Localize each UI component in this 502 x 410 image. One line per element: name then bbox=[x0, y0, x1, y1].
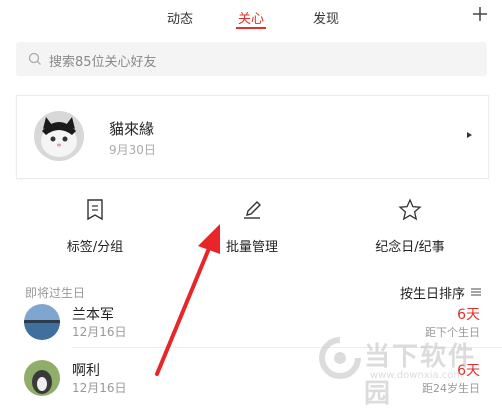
watermark-url: www.downxia.com bbox=[370, 370, 464, 381]
friend-birthday: 12月16日 bbox=[72, 325, 127, 339]
bookmark-icon bbox=[87, 199, 103, 221]
anniversary-label: 纪念日/纪事 bbox=[375, 240, 445, 255]
cat-avatar-icon bbox=[34, 111, 84, 161]
friend-date: 9月30日 bbox=[109, 143, 156, 157]
tag-group-button[interactable]: 标签/分组 bbox=[35, 198, 155, 255]
featured-friend-card[interactable]: 貓來緣 9月30日 bbox=[16, 95, 489, 179]
friend-name: 啊利 bbox=[72, 363, 100, 379]
friend-birthday: 12月16日 bbox=[72, 381, 127, 395]
batch-manage-button[interactable]: 批量管理 bbox=[192, 198, 312, 255]
friend-name: 貓來緣 bbox=[109, 120, 155, 138]
tab-discover[interactable]: 发现 bbox=[313, 8, 339, 27]
plus-icon[interactable] bbox=[470, 4, 490, 24]
avatar[interactable] bbox=[34, 111, 84, 161]
watermark: 当下软件园 www.downxia.com bbox=[318, 332, 502, 409]
tag-group-label: 标签/分组 bbox=[66, 240, 124, 255]
tab-dynamic[interactable]: 动态 bbox=[167, 8, 193, 27]
section-title: 即将过生日 bbox=[25, 286, 86, 300]
landscape-avatar-icon bbox=[24, 304, 60, 340]
search-icon bbox=[28, 52, 41, 65]
search-placeholder: 搜索85位关心好友 bbox=[49, 55, 157, 70]
edit-icon bbox=[244, 201, 261, 219]
pet-avatar-icon bbox=[24, 360, 60, 396]
active-tab-indicator bbox=[236, 27, 266, 29]
watermark-logo-icon bbox=[319, 337, 361, 379]
menu-icon[interactable] bbox=[470, 286, 482, 298]
search-input[interactable]: 搜索85位关心好友 bbox=[16, 42, 487, 76]
top-tab-bar: 动态 关心 发现 bbox=[0, 0, 502, 34]
days-remaining: 6天 bbox=[457, 307, 480, 323]
friend-name: 兰本军 bbox=[72, 307, 114, 323]
star-icon bbox=[398, 198, 422, 221]
batch-manage-label: 批量管理 bbox=[225, 240, 278, 255]
tab-care[interactable]: 关心 bbox=[238, 8, 264, 27]
avatar[interactable] bbox=[24, 360, 60, 396]
anniversary-button[interactable]: 纪念日/纪事 bbox=[350, 198, 470, 255]
play-arrow-icon[interactable] bbox=[465, 130, 473, 140]
avatar[interactable] bbox=[24, 304, 60, 340]
